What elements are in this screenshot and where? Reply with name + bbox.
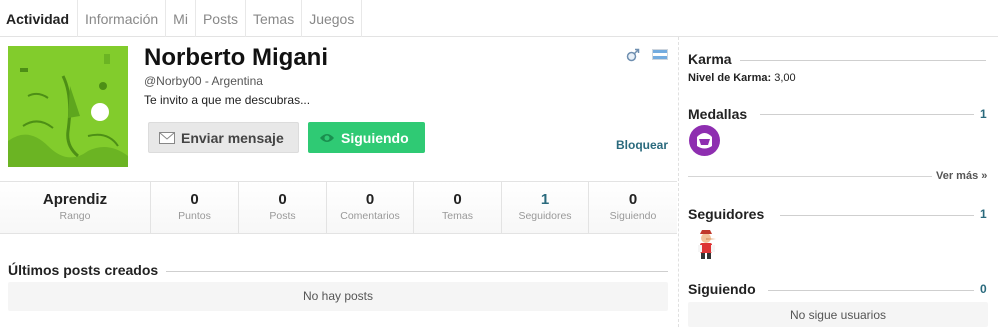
karma-level-label: Nivel de Karma: <box>688 72 772 84</box>
posts-empty-message: No hay posts <box>8 282 668 311</box>
stat-siguiendo[interactable]: 0 Siguiendo <box>589 182 677 233</box>
stat-value: 1 <box>540 191 550 208</box>
stats-bar: Aprendiz Rango 0 Puntos 0 Posts 0 Coment… <box>0 181 677 234</box>
stat-value: 0 <box>628 191 638 208</box>
stat-posts[interactable]: 0 Posts <box>239 182 327 233</box>
follower-avatar[interactable] <box>690 228 722 260</box>
stat-temas[interactable]: 0 Temas <box>414 182 502 233</box>
section-rule <box>780 215 974 216</box>
stat-label: Rango <box>59 210 91 222</box>
stat-value: 0 <box>453 191 462 208</box>
block-link[interactable]: Bloquear <box>616 138 668 152</box>
eye-icon <box>319 132 335 144</box>
stat-label: Puntos <box>178 210 211 222</box>
posts-section-title: Últimos posts creados <box>8 262 167 278</box>
stat-label: Seguidores <box>518 210 572 222</box>
section-rule <box>760 114 974 115</box>
stat-comentarios[interactable]: 0 Comentarios <box>327 182 414 233</box>
stat-value: 0 <box>365 191 375 208</box>
stat-label: Siguiendo <box>609 210 657 222</box>
stat-value: 0 <box>278 191 287 208</box>
send-message-button[interactable]: Enviar mensaje <box>148 122 299 153</box>
stat-label: Posts <box>269 210 296 222</box>
profile-name: Norberto Migani <box>144 44 328 71</box>
stat-value: 0 <box>190 191 199 208</box>
profile-bio: Te invito a que me descubras... <box>144 93 311 107</box>
argentina-flag-icon <box>652 49 668 60</box>
envelope-icon <box>159 131 175 144</box>
tab-juegos[interactable]: Juegos <box>302 0 363 37</box>
avatar-illustration <box>8 46 128 167</box>
see-more-medals-link[interactable]: Ver más » <box>932 170 988 182</box>
following-empty-message: No sigue usuarios <box>688 302 988 327</box>
medal-badge-icon[interactable] <box>689 125 720 156</box>
following-label: Siguiendo <box>341 129 409 146</box>
followers-title: Seguidores <box>688 206 765 222</box>
tab-actividad[interactable]: Actividad <box>0 0 79 37</box>
karma-level-value: 3,00 <box>774 72 796 84</box>
following-title: Siguiendo <box>688 281 756 297</box>
stat-value: Aprendiz <box>42 191 108 208</box>
section-rule <box>688 176 936 177</box>
send-message-label: Enviar mensaje <box>181 129 284 146</box>
tab-mi[interactable]: Mi <box>166 0 196 37</box>
profile-handle: @Norby00 - Argentina <box>144 74 263 88</box>
medals-title: Medallas <box>688 106 748 122</box>
stat-seguidores[interactable]: 1 Seguidores <box>502 182 589 233</box>
followers-count: 1 <box>980 207 987 221</box>
sidebar-divider <box>678 37 679 327</box>
medals-count: 1 <box>980 107 987 121</box>
following-button[interactable]: Siguiendo <box>308 122 425 153</box>
tab-temas[interactable]: Temas <box>246 0 303 37</box>
profile-tabs: Actividad Información Mi Posts Temas Jue… <box>0 0 998 37</box>
following-count: 0 <box>980 282 987 296</box>
karma-title: Karma <box>688 51 732 67</box>
stat-puntos[interactable]: 0 Puntos <box>151 182 239 233</box>
stat-label: Temas <box>442 210 473 222</box>
tab-informacion[interactable]: Información <box>78 0 167 37</box>
male-icon <box>626 48 640 62</box>
stat-rango: Aprendiz Rango <box>0 182 151 233</box>
stat-label: Comentarios <box>340 210 400 222</box>
profile-avatar[interactable] <box>8 46 128 167</box>
section-rule <box>768 290 974 291</box>
tab-posts[interactable]: Posts <box>196 0 246 37</box>
karma-level: Nivel de Karma: 3,00 <box>688 72 796 84</box>
section-rule <box>740 60 986 61</box>
